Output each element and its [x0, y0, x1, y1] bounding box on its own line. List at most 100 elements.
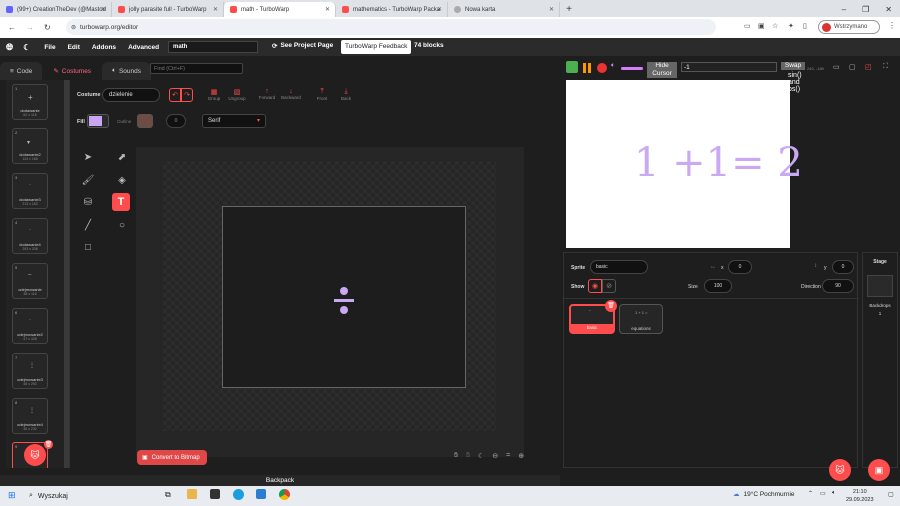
front-button[interactable]: ⤒ Front [314, 88, 330, 101]
moon-icon[interactable]: ☾ [478, 452, 484, 460]
hand-icon[interactable]: ✋︎ [466, 452, 470, 460]
size-input[interactable]: 100 [704, 279, 732, 293]
costume-item[interactable]: 1 + dodawanie 62 x 118 [12, 84, 48, 120]
pause-icon[interactable] [583, 63, 586, 73]
costume-name-input[interactable]: dzielenie [102, 88, 160, 102]
cast-icon[interactable]: ▭ [744, 22, 751, 30]
weather-widget[interactable]: ☁ 19°C Pochmurnie [733, 490, 795, 499]
profile-button[interactable]: Wstrzymano [818, 20, 880, 34]
menu-edit[interactable]: Edit [68, 44, 80, 51]
menu-file[interactable]: File [44, 44, 55, 51]
see-project-page-button[interactable]: ⟳ See Project Page [272, 42, 333, 50]
reshape-tool[interactable]: ⬈ [115, 150, 129, 164]
close-tab-icon[interactable]: ✕ [213, 6, 218, 13]
choose-sprite-button[interactable]: 🐱︎ [829, 459, 851, 481]
store-icon[interactable] [210, 489, 220, 499]
edge-icon[interactable] [233, 489, 244, 500]
costume-item[interactable]: 8 ⋮ odejmowanie4 46 x 232 [12, 398, 48, 434]
delete-costume-icon[interactable]: 🗑︎ [44, 440, 53, 449]
browser-tab[interactable]: mathematics - TurboWarp Packa ✕ [336, 2, 448, 17]
hide-cursor-button[interactable]: Hide Cursor [647, 62, 677, 78]
bookmark-icon[interactable]: ☆ [772, 22, 778, 30]
costume-item[interactable]: 2 ▾ dodawanie2 124 x 168 [12, 128, 48, 164]
stop-icon[interactable] [597, 63, 607, 73]
browser-tab-active[interactable]: math - TurboWarp ✕ [224, 2, 336, 17]
costume-item[interactable]: 5– odejmowanie 38 x 116 [12, 263, 48, 299]
hand-pan-icon[interactable]: ✋︎ [454, 452, 458, 460]
show-hidden-icon[interactable]: ⊘ [602, 279, 616, 293]
close-tab-icon[interactable]: ✕ [325, 6, 330, 13]
zoom-reset-button[interactable]: = [506, 452, 510, 460]
new-tab-button[interactable]: + [560, 2, 578, 17]
volume-slider[interactable] [621, 67, 643, 70]
large-stage-icon[interactable]: ▢ [849, 63, 856, 71]
brush-tool[interactable]: 🖌︎ [81, 173, 95, 187]
fill-tool[interactable]: ⛁ [81, 195, 95, 209]
chrome-icon[interactable] [279, 489, 290, 500]
eraser-tool[interactable]: ◈ [115, 173, 129, 187]
rectangle-tool[interactable]: □ [81, 240, 95, 254]
url-field[interactable]: ⊜ turbowarp.org/editor [66, 19, 716, 35]
stage-selector-pane[interactable]: Stage Backdrops 1 [862, 252, 898, 468]
taskbar-search[interactable]: ⌕ Wyszukaj [23, 489, 153, 503]
back-icon[interactable]: ← [8, 23, 16, 32]
sprite-tile[interactable]: 1 + 1 = equations [619, 304, 663, 334]
convert-to-bitmap-button[interactable]: ▣ Convert to Bitmap [137, 450, 207, 465]
costume-list-scrollbar[interactable] [64, 80, 69, 468]
sidebar-icon[interactable]: ▯ [803, 22, 807, 30]
close-tab-icon[interactable]: ✕ [437, 6, 442, 13]
language-globe-icon[interactable]: 🌐︎ [6, 42, 13, 53]
costume-item[interactable]: 6 · odejmowanie2 47 x 428 [12, 308, 48, 344]
zoom-in-icon[interactable]: ⊕ [518, 452, 524, 460]
back-button[interactable]: ⤓ Back [338, 88, 354, 101]
extension-icon[interactable]: ▣ [758, 22, 765, 30]
notifications-icon[interactable]: ▢ [888, 491, 894, 498]
small-stage-icon[interactable]: ▭ [833, 63, 840, 71]
windows-start-icon[interactable]: ⊞ [8, 490, 16, 501]
browser-tab[interactable]: Nowa karta ✕ [448, 2, 560, 17]
stage-canvas[interactable]: 1 +1= 2 [566, 80, 803, 248]
costume-item[interactable]: 7 ⋮ odejmowanie3 46 x 253 [12, 353, 48, 389]
minimize-icon[interactable]: – [842, 5, 846, 14]
task-view-icon[interactable]: ⧉ [165, 490, 171, 500]
browser-tab[interactable]: (99+) CreationTheDev (@Mastod ✕ [0, 2, 112, 17]
green-flag-icon[interactable] [566, 61, 578, 73]
backpack-bar[interactable]: Backpack [0, 475, 560, 486]
backward-button[interactable]: ↓ Backward [279, 88, 303, 100]
more-menu-icon[interactable]: ⋮ [888, 21, 896, 30]
fullscreen-icon[interactable]: ⛶ [883, 63, 888, 71]
extensions-puzzle-icon[interactable]: ✦ [788, 22, 794, 30]
zoom-out-icon[interactable]: ⊖ [492, 452, 498, 460]
sprite-name-input[interactable]: basic [590, 260, 648, 274]
choose-costume-button[interactable]: 🐱︎ [24, 444, 46, 466]
paint-canvas[interactable] [163, 161, 496, 431]
close-window-icon[interactable]: ✕ [885, 5, 892, 14]
menu-advanced[interactable]: Advanced [128, 44, 159, 51]
choose-backdrop-button[interactable]: ▣ [868, 459, 890, 481]
division-glyph[interactable] [334, 287, 354, 315]
line-tool[interactable]: ╱ [81, 218, 95, 232]
close-tab-icon[interactable]: ✕ [101, 6, 106, 13]
file-explorer-icon[interactable] [187, 489, 197, 499]
find-input[interactable]: Find (Ctrl+F) [150, 63, 243, 74]
network-icon[interactable]: ▭ [820, 490, 826, 497]
text-tool[interactable]: T [112, 193, 130, 211]
show-visible-icon[interactable]: ◉ [588, 279, 602, 293]
tray-chevron-icon[interactable]: ⌃ [808, 490, 813, 497]
forward-icon[interactable]: → [26, 23, 34, 32]
site-info-icon[interactable]: ⊜ [71, 24, 76, 31]
volume-icon[interactable]: 🔈︎ [611, 62, 615, 70]
reload-icon[interactable]: ↻ [44, 23, 51, 32]
select-tool[interactable]: ➤ [81, 150, 95, 164]
tab-sounds[interactable]: 🔈︎ Sounds [102, 62, 152, 80]
outline-width-input[interactable]: 0 [166, 114, 186, 128]
window-mode-icon[interactable]: ◰ [865, 63, 872, 71]
stage-text-input[interactable]: -1 [681, 62, 777, 72]
project-title-input[interactable]: math [168, 41, 258, 53]
tab-costumes[interactable]: ✎ Costumes [43, 62, 102, 80]
delete-sprite-icon[interactable]: 🗑︎ [605, 300, 617, 312]
browser-tab[interactable]: jolly parasite full - TurboWarp ✕ [112, 2, 224, 17]
mail-icon[interactable] [256, 489, 266, 499]
tab-code[interactable]: ≡ Code [0, 62, 43, 80]
menu-addons[interactable]: Addons [92, 44, 116, 51]
